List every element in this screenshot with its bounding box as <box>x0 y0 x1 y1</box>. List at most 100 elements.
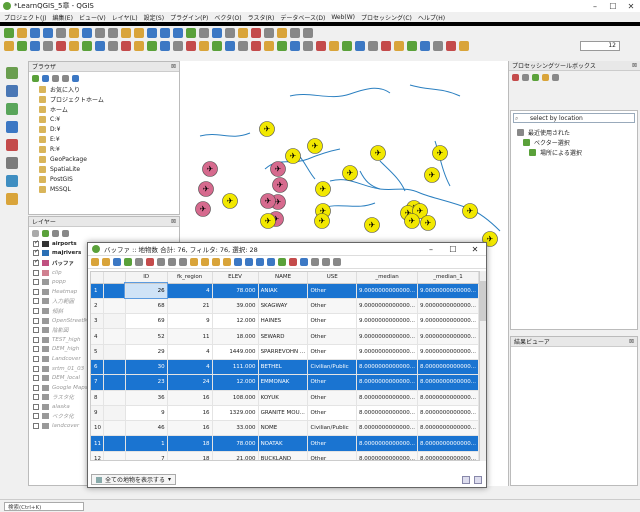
refresh-icon[interactable] <box>212 27 222 38</box>
table-cell[interactable]: EMMONAK <box>258 374 309 391</box>
add-raster-icon[interactable] <box>6 85 18 97</box>
table-cell[interactable]: 16 <box>167 405 213 422</box>
add-spatialite-icon[interactable] <box>6 157 18 169</box>
table-cell[interactable]: Civilian/Public <box>307 359 358 376</box>
add-wms-icon[interactable] <box>6 121 18 133</box>
add-wfs-icon[interactable] <box>6 139 18 151</box>
stats-icon[interactable] <box>277 27 287 38</box>
maximize-icon[interactable]: ☐ <box>442 245 464 254</box>
deselect-icon[interactable] <box>223 258 231 266</box>
table-cell[interactable]: 7 <box>125 451 168 460</box>
toolbar-tool-icon[interactable] <box>238 40 248 51</box>
browser-item[interactable]: ホーム <box>29 104 179 114</box>
table-cell[interactable]: 111.000 <box>212 359 259 376</box>
toolbar-tool-icon[interactable] <box>186 40 196 51</box>
menu-item[interactable]: Web(W) <box>331 14 355 21</box>
table-row[interactable]: 11 1 18 78.000 NOATAK Other 8.0000000000000...… <box>91 435 479 452</box>
filter-icon[interactable] <box>52 74 59 82</box>
pan-selection-icon[interactable] <box>95 27 105 38</box>
table-row[interactable]: 1 26 4 78.000 ANIAK Other 9.0000000000000... 9.… <box>91 281 479 300</box>
table-row[interactable]: 8 36 16 108.000 KOYUK Other 8.0000000000000...… <box>91 390 479 406</box>
toolbar-tool-icon[interactable] <box>446 40 456 51</box>
table-view-icon[interactable] <box>462 475 470 484</box>
toolbar-tool-icon[interactable] <box>160 40 170 51</box>
table-cell[interactable]: 16 <box>167 420 213 437</box>
table-cell[interactable]: 24 <box>167 374 213 391</box>
table-cell[interactable]: NOATAK <box>258 435 309 452</box>
toolbar-tool-icon[interactable] <box>173 40 183 51</box>
filter-selection-icon[interactable] <box>234 258 242 266</box>
options-icon[interactable] <box>552 73 559 81</box>
table-cell[interactable]: Other <box>307 283 358 299</box>
toolbar-tool-icon[interactable] <box>30 40 40 51</box>
layer-visibility-checkbox[interactable] <box>33 375 39 382</box>
panel-close-icon[interactable]: ⊠ <box>629 338 634 345</box>
table-cell[interactable]: 16 <box>167 390 213 406</box>
table-cell[interactable]: 8.0000000000000... <box>417 451 479 460</box>
toolbar-tool-icon[interactable] <box>459 40 469 51</box>
select-expression-icon[interactable] <box>190 258 198 266</box>
close-icon[interactable]: ✕ <box>622 2 640 11</box>
minimize-icon[interactable]: – <box>586 2 604 11</box>
row-header-cell[interactable]: 10 <box>91 420 104 437</box>
add-vector-icon[interactable] <box>6 67 18 79</box>
table-row[interactable]: 10 46 16 33.000 NOME Civilian/Public 8.0000000… <box>91 420 479 437</box>
menu-item[interactable]: 編集(E) <box>52 13 72 22</box>
table-cell[interactable]: 52 <box>125 328 168 345</box>
table-cell[interactable]: KOYUK <box>258 390 309 406</box>
select-all-icon[interactable] <box>201 258 209 266</box>
add-icon[interactable] <box>32 74 39 82</box>
table-cell[interactable]: 108.000 <box>212 390 259 406</box>
layer-visibility-checkbox[interactable] <box>33 327 39 334</box>
table-cell[interactable]: 8.0000000000000... <box>356 390 418 406</box>
zoom-in-icon[interactable] <box>108 27 118 38</box>
eye-icon[interactable] <box>52 229 59 237</box>
table-cell[interactable]: 9.0000000000000... <box>417 328 479 345</box>
table-cell[interactable]: Other <box>307 451 358 460</box>
table-cell[interactable]: 1329.000 <box>212 405 259 422</box>
layer-visibility-checkbox[interactable] <box>33 355 39 362</box>
table-cell[interactable]: GRANITE MOU... <box>258 405 309 422</box>
browser-item[interactable]: SpatiaLite <box>29 164 179 174</box>
table-cell[interactable]: 1 <box>125 435 168 452</box>
browser-item[interactable]: C:¥ <box>29 114 179 124</box>
layer-visibility-checkbox[interactable] <box>33 365 39 372</box>
table-cell[interactable]: 12.000 <box>212 374 259 391</box>
row-header-cell[interactable] <box>103 298 126 315</box>
table-cell[interactable]: 39.000 <box>212 298 259 315</box>
table-cell[interactable]: 9.0000000000000... <box>356 344 418 360</box>
run-model-icon[interactable] <box>512 73 519 81</box>
row-header-cell[interactable]: 2 <box>91 298 104 315</box>
table-cell[interactable]: 9.0000000000000... <box>417 283 479 299</box>
deselect-icon[interactable] <box>251 27 261 38</box>
column-header[interactable]: NAME <box>258 272 309 284</box>
menu-item[interactable]: プラグイン(P) <box>170 13 208 22</box>
vertical-scrollbar[interactable] <box>480 271 486 461</box>
save-edits-icon[interactable] <box>113 258 121 266</box>
table-cell[interactable]: 8.0000000000000... <box>356 451 418 460</box>
browser-item[interactable]: GeoPackage <box>29 154 179 164</box>
table-cell[interactable]: 8.0000000000000... <box>417 405 479 422</box>
table-cell[interactable]: 21.000 <box>212 451 259 460</box>
layer-visibility-checkbox[interactable] <box>33 269 39 276</box>
layer-visibility-checkbox[interactable] <box>33 403 39 410</box>
new-field-icon[interactable] <box>278 258 286 266</box>
table-cell[interactable]: 9.0000000000000... <box>417 344 479 360</box>
table-row[interactable]: 6 30 4 111.000 BETHEL Civilian/Public 8.000000… <box>91 359 479 376</box>
collapse-icon[interactable] <box>62 74 69 82</box>
layer-visibility-checkbox[interactable] <box>33 288 39 295</box>
table-cell[interactable]: 4 <box>167 344 213 360</box>
delete-field-icon[interactable] <box>289 258 297 266</box>
table-cell[interactable]: 9.0000000000000... <box>356 328 418 345</box>
table-cell[interactable]: 9.0000000000000... <box>356 298 418 315</box>
locator-search-input[interactable]: 検索(Ctrl+K) <box>4 501 84 511</box>
print-icon[interactable] <box>56 27 66 38</box>
row-header-cell[interactable] <box>103 359 126 376</box>
row-header-cell[interactable]: 1 <box>91 283 104 299</box>
toolbar-tool-icon[interactable] <box>303 40 313 51</box>
table-row[interactable]: 5 29 4 1449.000 SPARREVOHN ... Other 9.0000000… <box>91 344 479 360</box>
bookmark-icon[interactable] <box>199 27 209 38</box>
toolbar-tool-icon[interactable] <box>108 40 118 51</box>
add-postgis-icon[interactable] <box>6 175 18 187</box>
toolbar-tool-icon[interactable] <box>17 40 27 51</box>
